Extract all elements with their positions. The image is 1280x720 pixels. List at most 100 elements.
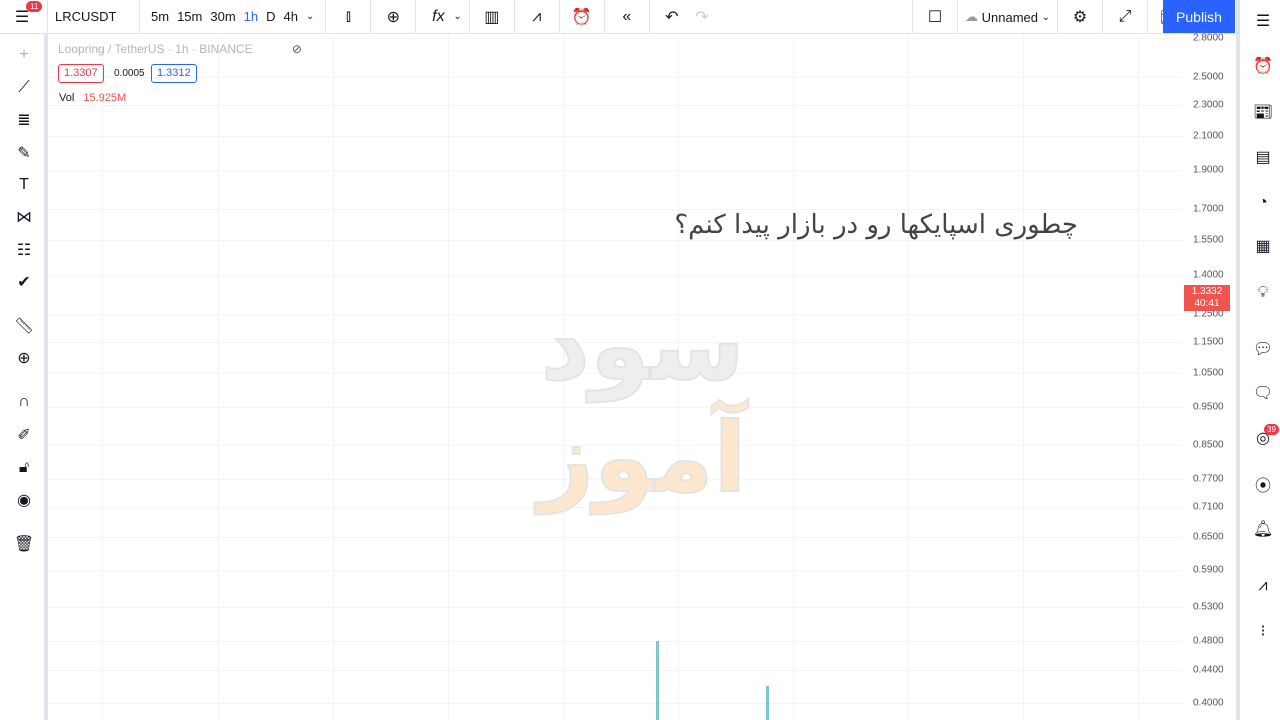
tf-30m[interactable]: 30m [206,9,239,24]
symbol-description: Loopring / TetherUS · 1h · BINANCE [58,42,253,56]
settings-button[interactable]: ⚙ [1058,0,1104,34]
checkmark-icon[interactable]: ✔ [9,267,39,297]
undo-icon[interactable]: ↶ [657,2,687,32]
indicators-button[interactable]: fx ⌄ [416,0,470,34]
right-panel: ☰ ⏰ 📰︎ ▤ ◔ ▦ 💡︎ 💬︎ 🗨︎ ◎ 39 ⦿ 🔔︎ ⩘ ⁝ [1236,0,1280,720]
lock-drawing-icon[interactable]: ✐ [9,420,39,450]
layout-button[interactable]: ☐ [912,0,958,34]
price-tick: 1.5500 [1193,234,1224,246]
grid-line-v [908,35,909,720]
redo-icon[interactable]: ↷ [687,2,717,32]
alert-add-icon: ⏰ [571,8,592,26]
compare-add-icon: ⊕ [386,8,401,26]
notifications-bell-icon[interactable]: 🔔︎ [1248,514,1278,544]
price-tick: 1.1500 [1193,336,1224,348]
text-icon[interactable]: T [9,170,39,200]
chevron-down-icon: ⌄ [453,11,462,22]
price-tick: 2.1000 [1193,130,1224,142]
compare-button[interactable]: ⊕ [371,0,417,34]
zoom-in-icon[interactable]: ⊕ [9,343,39,373]
replay-button[interactable]: « [605,0,650,34]
ask-price[interactable]: 1.3312 [151,64,197,83]
tf-1h[interactable]: 1h [240,9,262,24]
brush-icon[interactable]: ✎ [9,138,39,168]
price-tick: 0.4400 [1193,664,1224,676]
study-button[interactable]: ⩘ [515,0,560,34]
prediction-icon[interactable]: ☷ [9,235,39,265]
candle-wick [766,686,769,720]
tf-4h[interactable]: 4h [280,9,302,24]
layout-name[interactable]: ☁ Unnamed ⌄ [958,0,1059,34]
calendar-icon[interactable]: ▦ [1248,231,1278,261]
price-tick: 2.3000 [1193,99,1224,111]
timeframes: 5m 15m 30m 1h D 4h ⌄ [140,0,327,34]
trading-panel-icon[interactable]: ⩘ [1248,571,1278,601]
price-tick: 2.8000 [1193,32,1224,44]
drawing-toolbar: + ⟋ ≣ ✎ T ⋈ ☷ ✔ 📏︎ ⊕ ∩ ✐ 🔓︎ ◉ 🗑︎ [0,34,48,720]
layout-name-label: Unnamed [981,9,1038,25]
ruler-icon[interactable]: 📏︎ [9,311,39,341]
fib-icon[interactable]: ≣ [9,105,39,135]
data-window-icon[interactable]: ▤ [1248,142,1278,172]
chevron-down-icon[interactable]: ⌄ [302,11,318,22]
price-tick: 0.4000 [1193,697,1224,709]
current-price: 1.3332 [1191,286,1223,297]
price-axis[interactable]: 2.8000 2.5000 2.3000 2.1000 1.9000 1.7000 1.55… [1182,32,1236,720]
chart-type-button[interactable]: ⫾ [326,0,372,34]
candle-wick [656,640,659,720]
square-icon: ☐ [927,9,943,26]
templates-button[interactable]: ▥ [470,0,515,34]
price-tick: 0.8500 [1193,439,1224,451]
fullscreen-button[interactable]: ⤢ [1103,0,1149,34]
grid-line-v [333,35,334,720]
alarm-icon[interactable]: ⏰ [1248,51,1278,81]
gear-icon: ⚙ [1072,9,1088,26]
publish-button[interactable]: Publish [1163,0,1235,33]
price-tick: 0.6500 [1193,531,1224,543]
indicators-icon: fx [432,7,445,25]
watchlist-icon[interactable]: ☰ [1248,6,1278,36]
replay-icon: « [622,7,632,25]
tf-15m[interactable]: 15m [173,9,206,24]
current-price-label: 1.3332 40:41 [1184,285,1230,311]
streams-icon[interactable]: ⦿ [1248,469,1278,499]
bid-price[interactable]: 1.3307 [58,64,104,83]
chat-icon[interactable]: 💬︎ [1248,334,1278,364]
grid-line-v [1138,35,1139,720]
messages-icon[interactable]: 🗨︎ [1248,378,1278,408]
price-tick: 1.7000 [1193,203,1224,214]
price-tick: 1.0500 [1193,367,1224,379]
spread: 0.0005 [114,68,145,79]
tf-5m[interactable]: 5m [147,9,173,24]
price-tick: 0.9500 [1193,401,1224,413]
hotlist-icon[interactable]: ◔ [1248,188,1278,218]
volume-label: Vol [59,92,75,104]
notification-badge: 11 [26,0,43,12]
eye-icon[interactable]: ◉ [9,485,39,515]
price-tick: 0.5300 [1193,601,1224,613]
candles-icon: ⫾ [345,7,351,25]
magnet-icon[interactable]: ∩ [9,387,39,417]
symbol-search[interactable]: LRCUSDT [48,0,140,34]
news-icon[interactable]: 📰︎ [1248,97,1278,127]
crosshair-icon[interactable]: + [9,40,39,70]
alert-button[interactable]: ⏰ [560,0,605,34]
idea-lightbulb-icon[interactable]: 💡︎ [1248,278,1278,308]
pattern-icon[interactable]: ⋈ [9,202,39,232]
chevron-down-icon: ⌄ [1041,11,1051,23]
chart-legend: Loopring / TetherUS · 1h · BINANCE ⊘ [58,42,302,56]
trash-icon[interactable]: 🗑︎ [9,529,39,559]
price-tick: 0.5900 [1193,564,1224,576]
dom-icon[interactable]: ⁝ [1248,616,1278,646]
volume-value: 15.925M [83,92,127,104]
tf-D[interactable]: D [262,9,279,24]
price-tick: 0.7100 [1193,501,1224,513]
menu-button[interactable]: ☰ 11 [0,0,48,34]
trend-line-icon[interactable]: ⟋ [9,73,39,103]
price-tick: 0.7700 [1193,473,1224,485]
cloud-icon: ☁ [965,9,978,24]
fullscreen-icon: ⤢ [1118,8,1132,25]
overlay-question: چطوری اسپایکها رو در بازار پیدا کنم؟ [674,210,1078,240]
lock-icon[interactable]: 🔓︎ [9,453,39,483]
hide-eye-icon[interactable]: ⊘ [292,42,302,56]
